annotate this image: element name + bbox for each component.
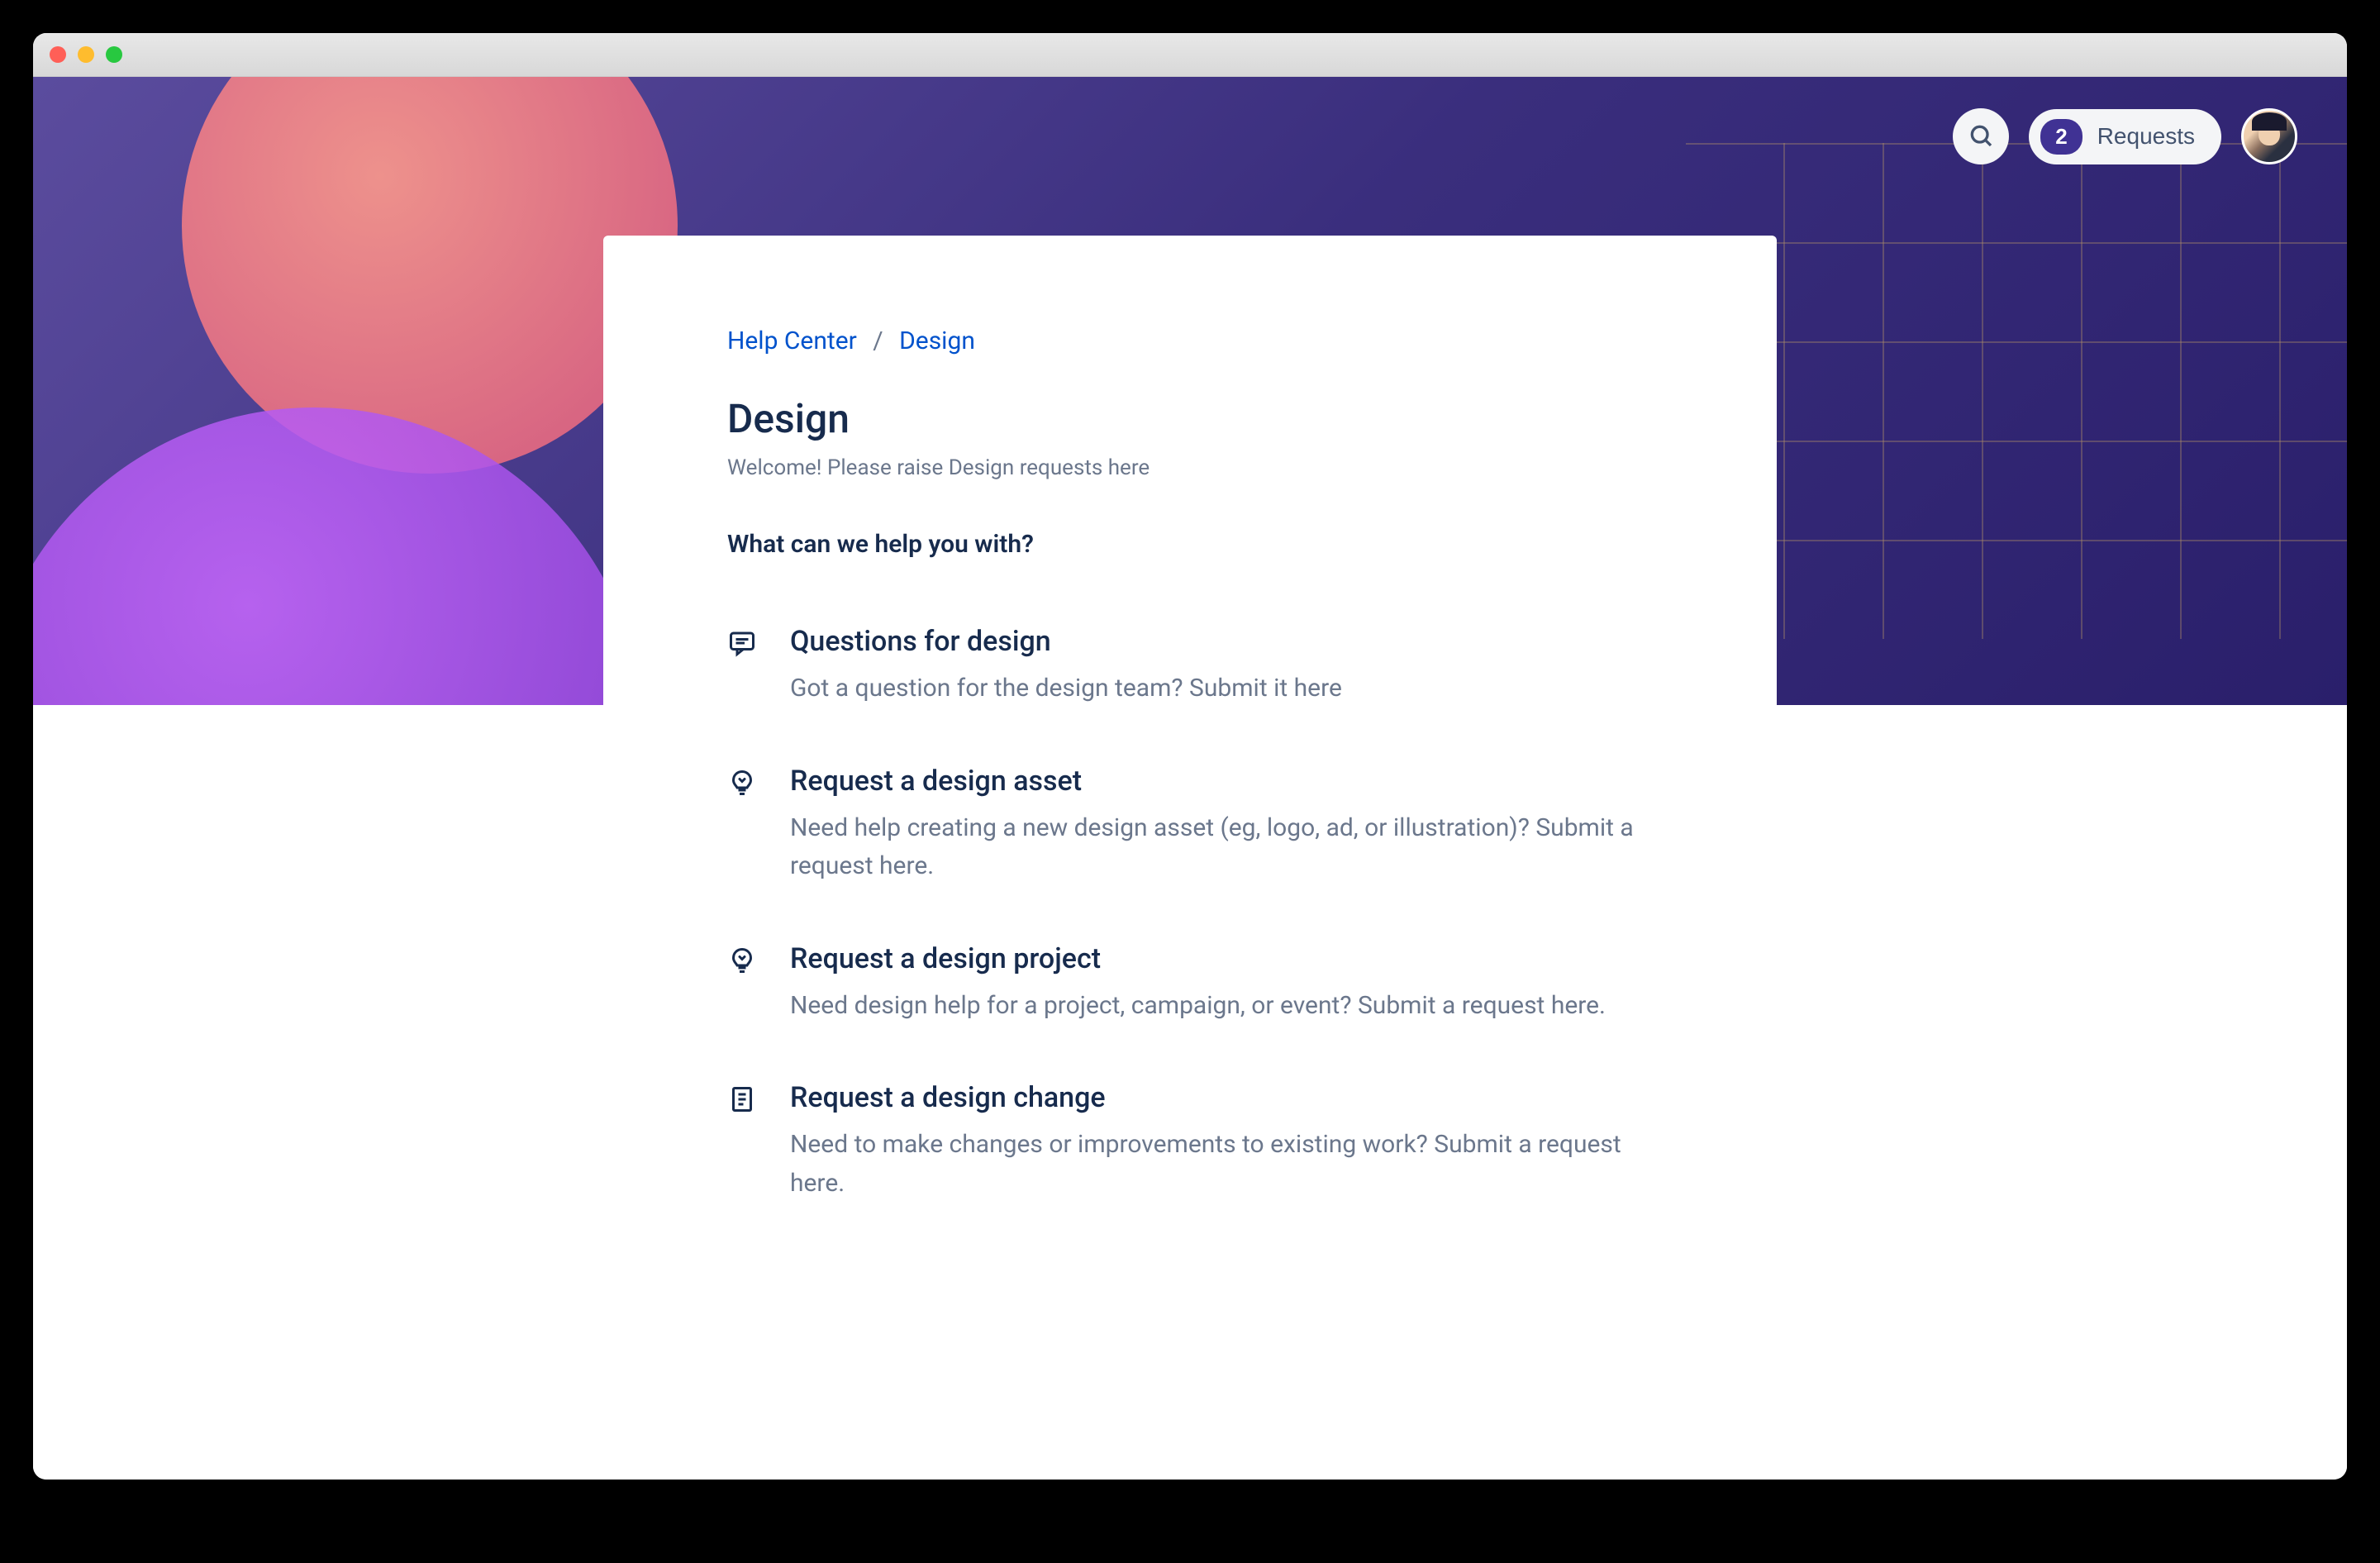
request-title: Request a design asset	[790, 765, 1653, 798]
request-description: Got a question for the design team? Subm…	[790, 670, 1653, 708]
request-description: Need design help for a project, campaign…	[790, 987, 1653, 1026]
topbar: 2 Requests	[1953, 108, 2297, 164]
page-subtitle: Welcome! Please raise Design requests he…	[727, 455, 1653, 480]
minimize-window-button[interactable]	[78, 46, 94, 63]
breadcrumb-separator: /	[873, 326, 883, 355]
search-icon	[1968, 122, 1994, 151]
titlebar	[33, 33, 2347, 77]
request-content: Request a design asset Need help creatin…	[790, 765, 1653, 886]
breadcrumb-current-link[interactable]: Design	[899, 326, 975, 355]
request-content: Request a design project Need design hel…	[790, 942, 1653, 1026]
request-item-asset[interactable]: Request a design asset Need help creatin…	[727, 765, 1653, 886]
search-button[interactable]	[1953, 108, 2009, 164]
chat-icon	[727, 628, 757, 658]
request-item-questions[interactable]: Questions for design Got a question for …	[727, 625, 1653, 708]
requests-count-badge: 2	[2040, 119, 2082, 155]
lightbulb-icon	[727, 768, 757, 798]
avatar[interactable]	[2241, 108, 2297, 164]
document-icon	[727, 1084, 757, 1114]
maximize-window-button[interactable]	[106, 46, 122, 63]
close-window-button[interactable]	[50, 46, 66, 63]
request-item-change[interactable]: Request a design change Need to make cha…	[727, 1081, 1653, 1203]
section-heading: What can we help you with?	[727, 530, 1653, 559]
breadcrumb-root-link[interactable]: Help Center	[727, 326, 857, 355]
request-description: Need help creating a new design asset (e…	[790, 809, 1653, 886]
lightbulb-icon	[727, 946, 757, 975]
request-content: Questions for design Got a question for …	[790, 625, 1653, 708]
decorative-grid	[1686, 143, 2347, 639]
request-title: Request a design change	[790, 1081, 1653, 1114]
request-content: Request a design change Need to make cha…	[790, 1081, 1653, 1203]
request-title: Questions for design	[790, 625, 1653, 658]
request-description: Need to make changes or improvements to …	[790, 1126, 1653, 1203]
request-list: Questions for design Got a question for …	[727, 625, 1653, 1203]
app-window: 2 Requests Help Center / Design Design W…	[33, 33, 2347, 1480]
page-title: Design	[727, 395, 1653, 442]
breadcrumb: Help Center / Design	[727, 326, 1653, 355]
requests-label: Requests	[2097, 123, 2195, 150]
decorative-circle	[33, 407, 645, 705]
content-area: 2 Requests Help Center / Design Design W…	[33, 77, 2347, 1480]
request-title: Request a design project	[790, 942, 1653, 975]
main-card: Help Center / Design Design Welcome! Ple…	[603, 236, 1777, 1368]
requests-button[interactable]: 2 Requests	[2029, 109, 2221, 164]
request-item-project[interactable]: Request a design project Need design hel…	[727, 942, 1653, 1026]
